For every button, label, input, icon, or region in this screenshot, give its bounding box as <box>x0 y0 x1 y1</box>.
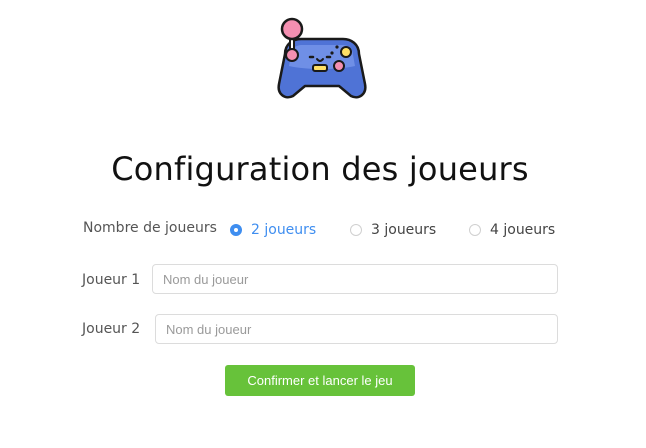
page-title: Configuration des joueurs <box>111 150 529 188</box>
radio-2-players[interactable]: 2 joueurs <box>230 220 316 240</box>
player-config-page: Configuration des joueurs Nombre de joue… <box>0 0 646 448</box>
radio-label: 4 joueurs <box>490 222 556 238</box>
radio-circle[interactable] <box>230 224 242 236</box>
player-2-label: Joueur 2 <box>82 321 141 337</box>
radio-4-players[interactable]: 4 joueurs <box>469 220 555 240</box>
radio-label: 2 joueurs <box>251 222 317 238</box>
confirm-start-button[interactable]: Confirmer et lancer le jeu <box>225 365 415 396</box>
radio-circle[interactable] <box>469 224 481 236</box>
gamepad-icon <box>277 17 367 99</box>
player-1-name-input[interactable] <box>152 264 558 294</box>
player-2-name-input[interactable] <box>155 314 558 344</box>
player-1-label: Joueur 1 <box>82 272 141 288</box>
radio-circle[interactable] <box>350 224 362 236</box>
radio-label: 3 joueurs <box>371 222 437 238</box>
players-count-label: Nombre de joueurs <box>83 220 217 236</box>
radio-3-players[interactable]: 3 joueurs <box>350 220 436 240</box>
